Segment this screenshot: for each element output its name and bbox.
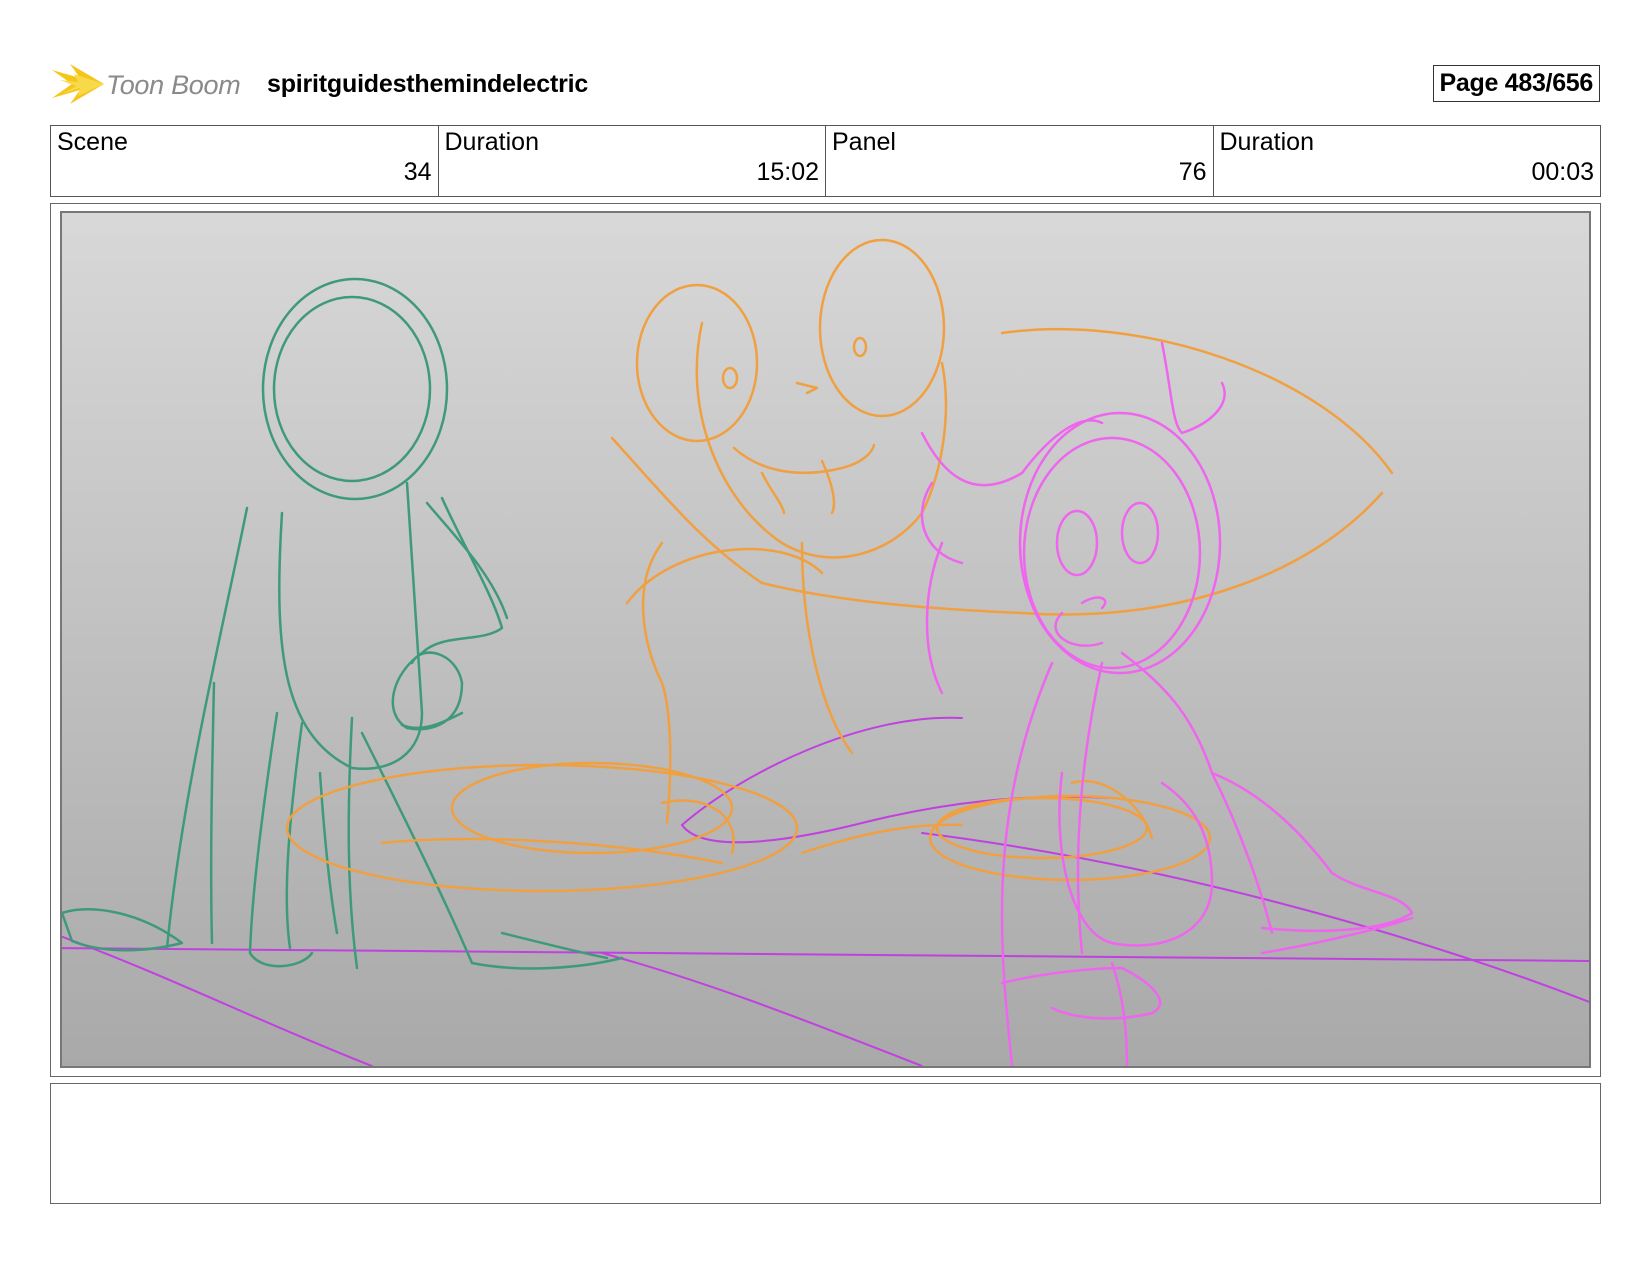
starburst-icon: [52, 64, 104, 104]
page-header: Toon Boom spiritguidesthemindelectric Pa…: [50, 58, 1600, 110]
info-table: Scene 34 Duration 15:02 Panel 76 Duratio…: [50, 125, 1601, 197]
scene-duration-cell: Duration 15:02: [439, 126, 826, 196]
panel-duration-label: Duration: [1219, 128, 1315, 156]
panel-value: 76: [1178, 158, 1207, 186]
panel-cell: Panel 76: [826, 126, 1214, 196]
panel-sketch: [60, 211, 1591, 1068]
scene-duration-value: 15:02: [756, 158, 819, 186]
project-title: spiritguidesthemindelectric: [267, 70, 589, 98]
panel-duration-cell: Duration 00:03: [1214, 126, 1601, 196]
panel-duration-value: 00:03: [1531, 158, 1594, 186]
page-number: Page 483/656: [1432, 65, 1600, 102]
scene-label: Scene: [57, 128, 128, 156]
panel-label: Panel: [832, 128, 896, 156]
scene-duration-label: Duration: [444, 128, 540, 156]
panel-notes: [50, 1083, 1601, 1204]
scene-value: 34: [403, 158, 432, 186]
scene-cell: Scene 34: [51, 126, 439, 196]
figure-left: [62, 277, 624, 970]
toon-boom-logo: Toon Boom: [50, 58, 250, 110]
figure-middle: [285, 238, 1394, 893]
logo-text: Toon Boom: [106, 70, 241, 100]
ground-lines: [62, 716, 1589, 1066]
